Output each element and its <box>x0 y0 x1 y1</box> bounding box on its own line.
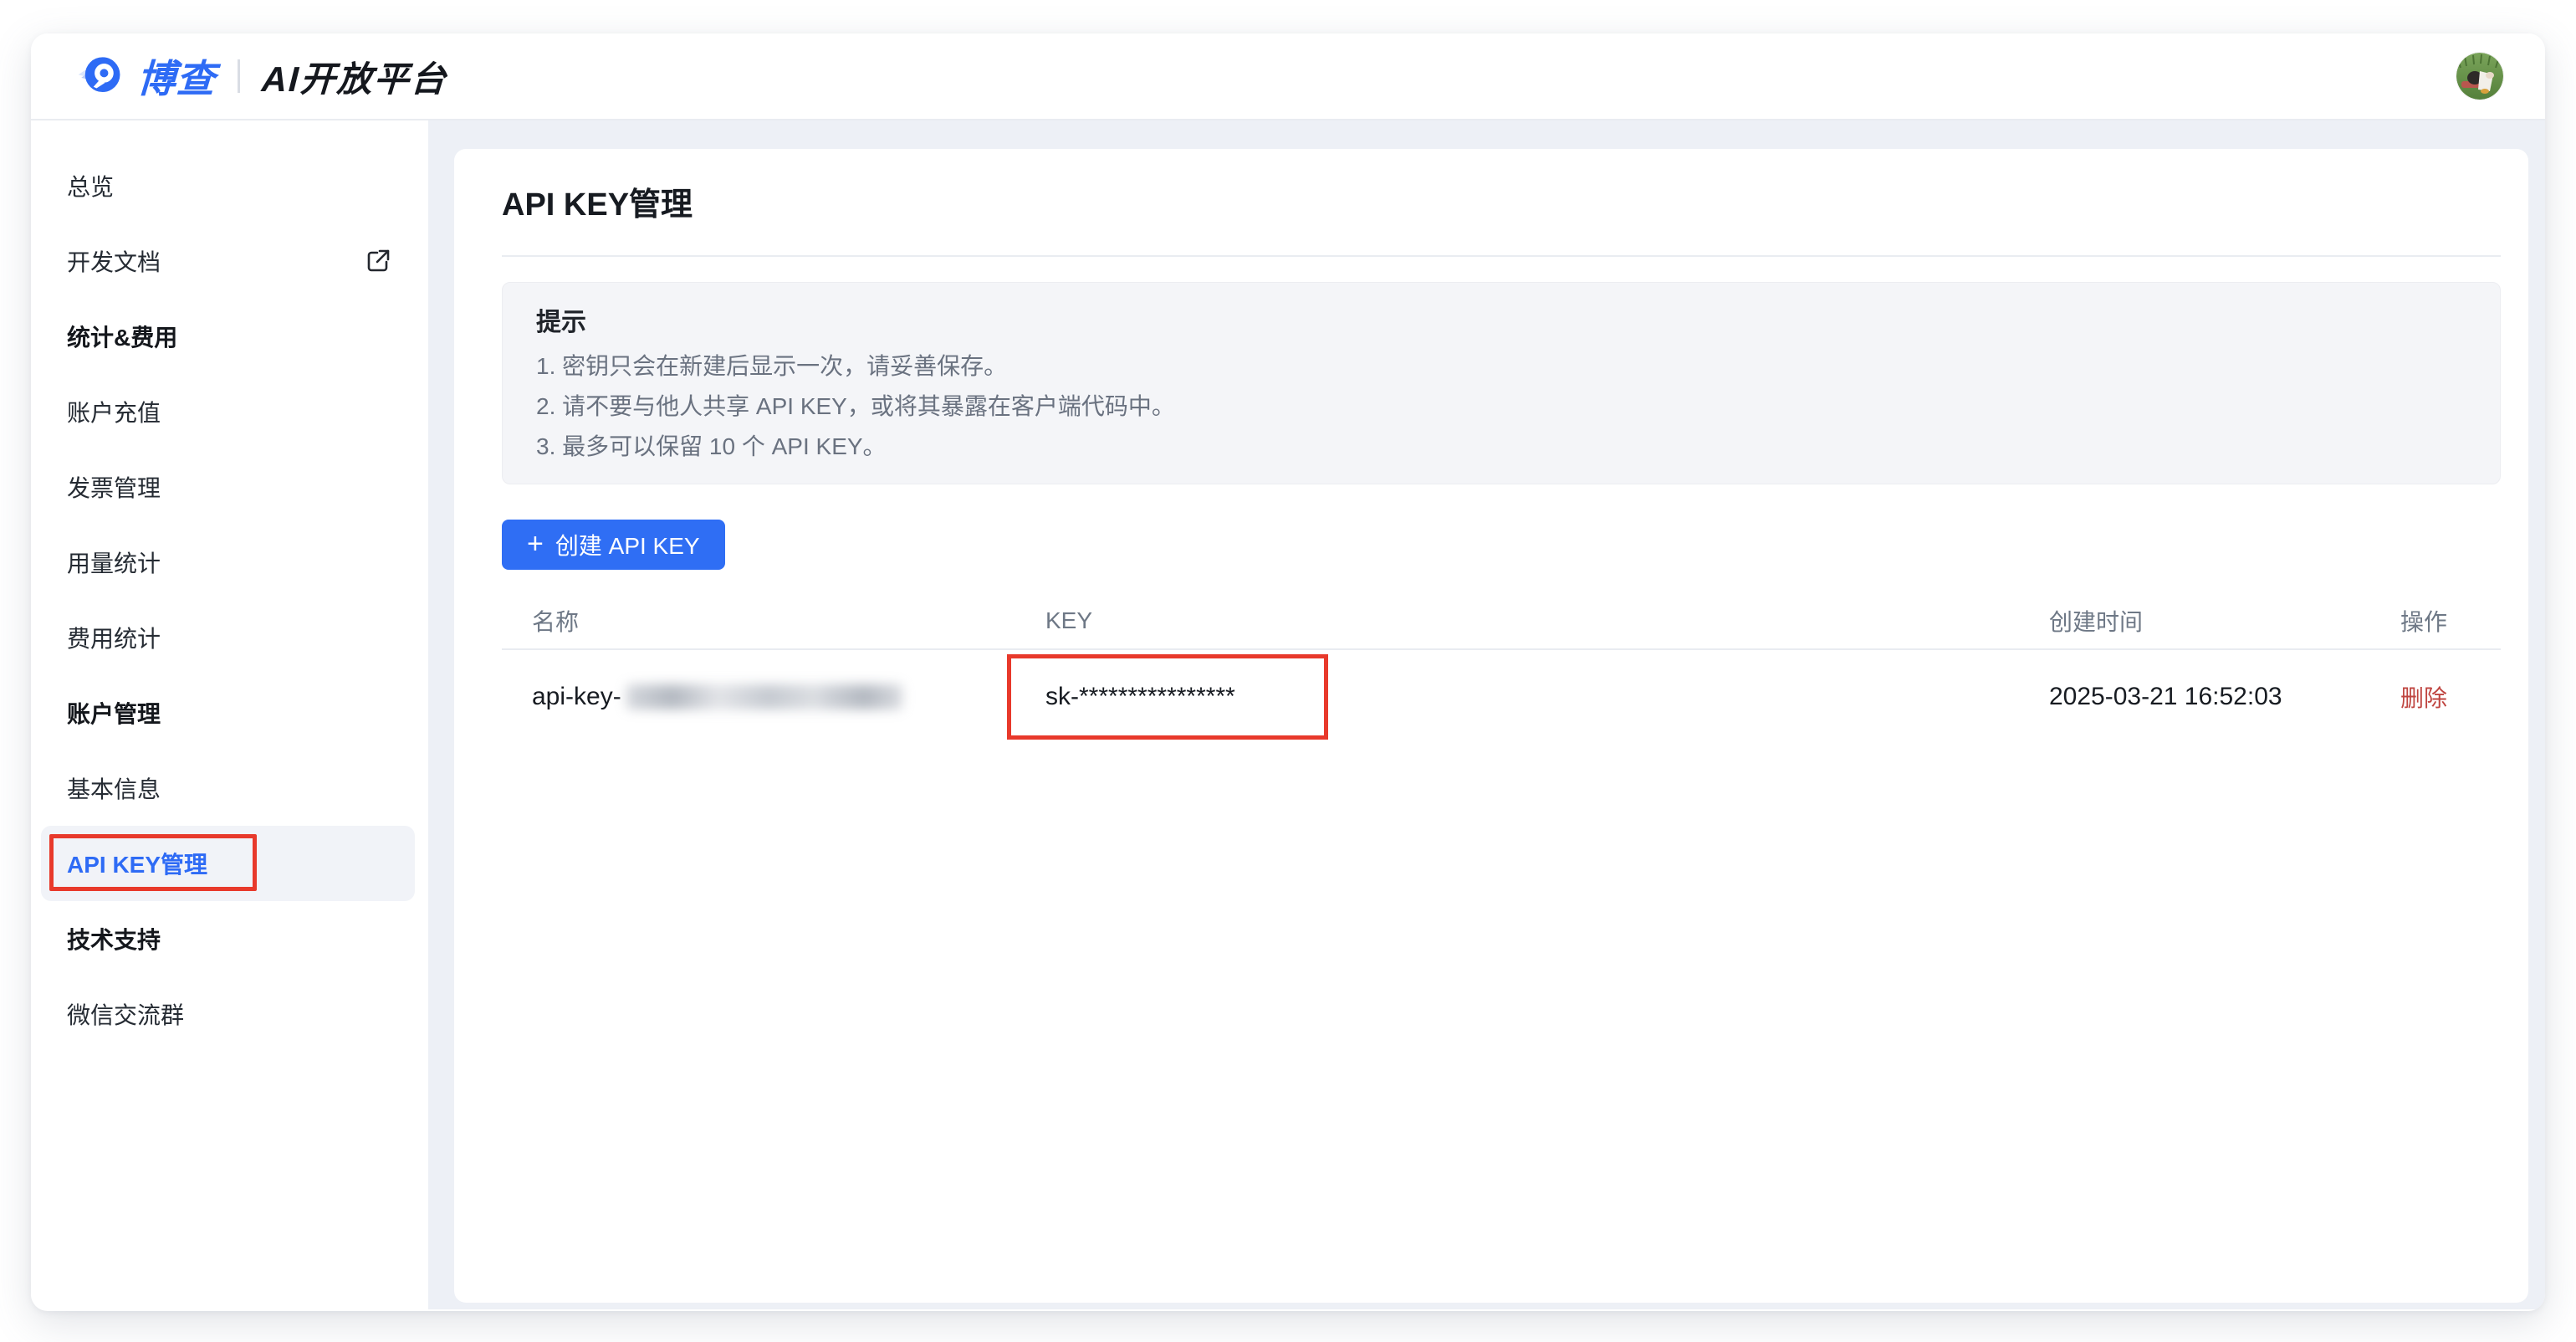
sidebar-item-label: 基本信息 <box>67 771 161 805</box>
sidebar-item-label: 用量统计 <box>67 546 161 579</box>
annotation-box-sidebar <box>49 834 257 891</box>
column-header-action: 操作 <box>2400 604 2501 638</box>
external-link-icon <box>365 248 391 274</box>
create-api-key-button-label: 创建 API KEY <box>555 528 700 561</box>
top-header: 博查 AI开放平台 <box>31 33 2545 120</box>
sidebar-item-basic-info[interactable]: 基本信息 <box>41 750 415 826</box>
brand-logo-group: 博查 AI开放平台 <box>75 49 447 104</box>
avatar-illustration-icon <box>2456 53 2503 100</box>
tips-box: 提示 1. 密钥只会在新建后显示一次，请妥善保存。 2. 请不要与他人共享 AP… <box>502 282 2501 484</box>
api-key-masked-value: sk-**************** <box>1045 683 1235 711</box>
column-header-key: KEY <box>1045 607 2049 634</box>
sidebar-item-label: 账户充值 <box>67 395 161 428</box>
api-key-name-prefix: api-key- <box>532 683 621 711</box>
page-title: API KEY管理 <box>502 188 2501 222</box>
sidebar-section-account-management: 账户管理 <box>41 675 415 750</box>
tip-item-1: 1. 密钥只会在新建后显示一次，请妥善保存。 <box>536 346 2466 387</box>
column-header-name: 名称 <box>502 604 1045 638</box>
brand-divider <box>238 59 240 93</box>
sidebar-item-label: 微信交流群 <box>67 997 184 1031</box>
column-header-created: 创建时间 <box>2049 604 2400 638</box>
sidebar-item-usage-stats[interactable]: 用量统计 <box>41 525 415 600</box>
sidebar-section-label: 技术支持 <box>67 922 161 955</box>
plus-icon: + <box>527 530 544 558</box>
sidebar-item-label: 发票管理 <box>67 470 161 504</box>
sidebar-section-stats-fees: 统计&费用 <box>41 299 415 374</box>
create-api-key-button[interactable]: + 创建 API KEY <box>502 520 725 570</box>
app-window: 博查 AI开放平台 <box>31 33 2545 1311</box>
table-header-row: 名称 KEY 创建时间 操作 <box>502 593 2501 650</box>
sidebar-item-label: 开发文档 <box>67 244 161 278</box>
product-title: AI开放平台 <box>260 51 448 102</box>
table-row: api-key- sk-**************** 2025-03-21 … <box>502 650 2501 744</box>
api-key-name-cell: api-key- <box>502 683 1045 711</box>
sidebar: 总览 开发文档 统计&费用 账户充值 发票管理 用量统计 <box>31 120 428 1309</box>
sidebar-item-label: 总览 <box>67 169 114 202</box>
redacted-name-blur <box>626 684 902 709</box>
sidebar-section-label: 账户管理 <box>67 696 161 730</box>
title-divider <box>502 255 2501 257</box>
api-key-panel: API KEY管理 提示 1. 密钥只会在新建后显示一次，请妥善保存。 2. 请… <box>454 149 2528 1303</box>
sidebar-item-cost-stats[interactable]: 费用统计 <box>41 600 415 675</box>
api-key-value-cell: sk-**************** <box>1045 654 2049 740</box>
user-avatar[interactable] <box>2456 53 2503 100</box>
tip-item-2: 2. 请不要与他人共享 API KEY，或将其暴露在客户端代码中。 <box>536 387 2466 427</box>
sidebar-item-api-key-management[interactable]: API KEY管理 <box>41 826 415 901</box>
delete-api-key-link[interactable]: 删除 <box>2400 685 2447 711</box>
annotation-box-key: sk-**************** <box>1007 654 1328 740</box>
sidebar-item-dev-docs[interactable]: 开发文档 <box>41 223 415 299</box>
sidebar-item-invoice-management[interactable]: 发票管理 <box>41 449 415 525</box>
sidebar-item-overview[interactable]: 总览 <box>41 148 415 223</box>
sidebar-item-account-recharge[interactable]: 账户充值 <box>41 374 415 449</box>
sidebar-section-tech-support: 技术支持 <box>41 901 415 976</box>
sidebar-section-label: 统计&费用 <box>67 320 177 353</box>
bocha-logo-icon <box>75 52 124 100</box>
tip-item-3: 3. 最多可以保留 10 个 API KEY。 <box>536 427 2466 467</box>
brand-name: 博查 <box>135 49 217 104</box>
created-at-cell: 2025-03-21 16:52:03 <box>2049 683 2400 711</box>
sidebar-item-label: 费用统计 <box>67 621 161 654</box>
sidebar-item-wechat-group[interactable]: 微信交流群 <box>41 976 415 1052</box>
api-key-table: 名称 KEY 创建时间 操作 api-key- sk-*************… <box>502 593 2501 744</box>
content-background: API KEY管理 提示 1. 密钥只会在新建后显示一次，请妥善保存。 2. 请… <box>428 120 2545 1309</box>
tips-title: 提示 <box>536 308 2466 338</box>
